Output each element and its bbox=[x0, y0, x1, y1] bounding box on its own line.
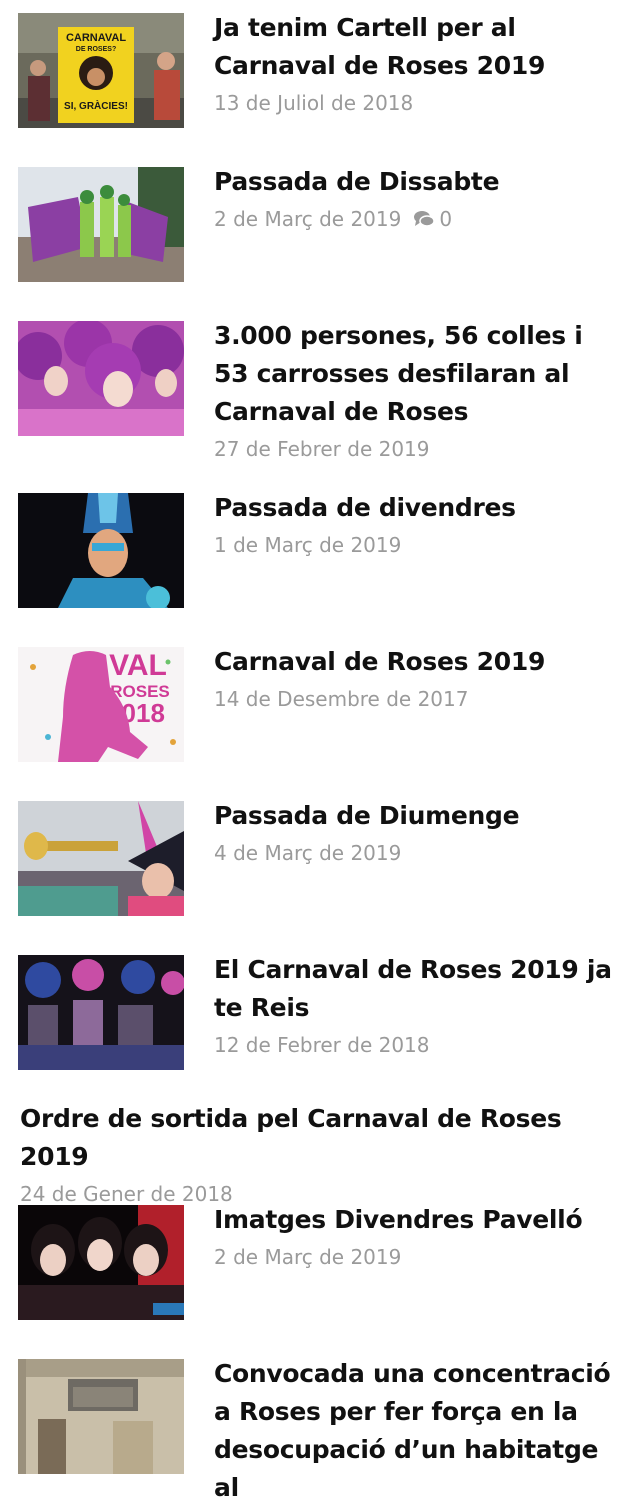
comments-count: 0 bbox=[439, 207, 453, 231]
post-title[interactable]: Imatges Divendres Pavelló bbox=[214, 1201, 624, 1239]
poster-text: CARNAVAL bbox=[66, 32, 126, 44]
post-meta: 2 de Març de 2019 bbox=[214, 1240, 624, 1274]
post-title[interactable]: Carnaval de Roses 2019 bbox=[214, 643, 624, 681]
post-meta: 14 de Desembre de 2017 bbox=[214, 682, 624, 716]
post-date: 1 de Març de 2019 bbox=[214, 533, 402, 557]
post-title[interactable]: Ja tenim Cartell per al Carnaval de Rose… bbox=[214, 9, 624, 85]
poster-2018-image: VAL ROSES 2018 bbox=[18, 647, 184, 762]
post-title[interactable]: Convocada una concentració a Roses per f… bbox=[214, 1355, 624, 1507]
post-meta: 12 de Febrer de 2018 bbox=[214, 1028, 624, 1062]
post-thumbnail[interactable] bbox=[18, 955, 184, 1070]
post-thumbnail[interactable] bbox=[18, 801, 184, 916]
post-date: 2 de Març de 2019 bbox=[214, 1245, 402, 1269]
kings-parade-image bbox=[18, 955, 184, 1070]
post-thumbnail[interactable] bbox=[18, 493, 184, 608]
post-thumbnail[interactable] bbox=[18, 1359, 184, 1474]
post-date: 14 de Desembre de 2017 bbox=[214, 687, 469, 711]
post-date: 24 de Gener de 2018 bbox=[20, 1182, 233, 1206]
post-title[interactable]: Passada de Dissabte bbox=[214, 163, 624, 201]
poster-text: VAL bbox=[109, 649, 167, 682]
post-meta: 1 de Març de 2019 bbox=[214, 528, 624, 562]
list-item: Passada de divendres 1 de Març de 2019 bbox=[18, 493, 624, 613]
list-item: Ordre de sortida pel Carnaval de Roses 2… bbox=[18, 1104, 624, 1206]
poster-text: SI, GRÀCIES! bbox=[64, 99, 128, 112]
list-item: 3.000 persones, 56 colles i 53 carrosses… bbox=[18, 321, 624, 481]
trumpet-image bbox=[18, 801, 184, 916]
post-text: 3.000 persones, 56 colles i 53 carrosses… bbox=[214, 317, 624, 466]
poster-people-image: CARNAVAL DE ROSES? SI, GRÀCIES! bbox=[18, 13, 184, 128]
comments-icon bbox=[414, 211, 436, 227]
post-thumbnail[interactable] bbox=[18, 1205, 184, 1320]
post-thumbnail[interactable] bbox=[18, 321, 184, 436]
post-meta: 2 de Març de 2019 0 bbox=[214, 202, 624, 236]
post-date: 4 de Març de 2019 bbox=[214, 841, 402, 865]
list-item: VAL ROSES 2018 Carnaval de Roses 2019 14… bbox=[18, 647, 624, 767]
post-meta: 13 de Juliol de 2018 bbox=[214, 86, 624, 120]
post-thumbnail[interactable]: VAL ROSES 2018 bbox=[18, 647, 184, 762]
green-costumes-image bbox=[18, 167, 184, 282]
post-date: 27 de Febrer de 2019 bbox=[214, 437, 430, 461]
poster-text: DE ROSES? bbox=[76, 46, 116, 53]
list-item: Convocada una concentració a Roses per f… bbox=[18, 1359, 624, 1502]
post-text: Passada de Diumenge 4 de Març de 2019 bbox=[214, 797, 624, 870]
post-text: Convocada una concentració a Roses per f… bbox=[214, 1355, 624, 1507]
purple-wigs-image bbox=[18, 321, 184, 436]
post-meta: 27 de Febrer de 2019 bbox=[214, 432, 624, 466]
comments-link[interactable]: 0 bbox=[413, 207, 452, 231]
post-date: 2 de Març de 2019 bbox=[214, 207, 402, 231]
post-title[interactable]: Passada de divendres bbox=[214, 489, 624, 527]
post-text: Passada de divendres 1 de Març de 2019 bbox=[214, 489, 624, 562]
post-title[interactable]: 3.000 persones, 56 colles i 53 carrosses… bbox=[214, 317, 624, 431]
post-text: El Carnaval de Roses 2019 ja te Reis 12 … bbox=[214, 951, 624, 1062]
post-thumbnail[interactable] bbox=[18, 167, 184, 282]
blue-headdress-image bbox=[18, 493, 184, 608]
list-item: Imatges Divendres Pavelló 2 de Març de 2… bbox=[18, 1205, 624, 1325]
post-date: 12 de Febrer de 2018 bbox=[214, 1033, 430, 1057]
list-item: Passada de Dissabte 2 de Març de 2019 0 bbox=[18, 167, 624, 287]
post-text: Carnaval de Roses 2019 14 de Desembre de… bbox=[214, 643, 624, 716]
list-item: Passada de Diumenge 4 de Març de 2019 bbox=[18, 801, 624, 921]
post-text: Ordre de sortida pel Carnaval de Roses 2… bbox=[20, 1100, 624, 1211]
post-date: 13 de Juliol de 2018 bbox=[214, 91, 414, 115]
post-list: CARNAVAL DE ROSES? SI, GRÀCIES! Ja tenim… bbox=[0, 0, 636, 1502]
list-item: CARNAVAL DE ROSES? SI, GRÀCIES! Ja tenim… bbox=[18, 13, 624, 133]
list-item: El Carnaval de Roses 2019 ja te Reis 12 … bbox=[18, 955, 624, 1075]
post-meta: 4 de Març de 2019 bbox=[214, 836, 624, 870]
post-text: Passada de Dissabte 2 de Març de 2019 0 bbox=[214, 163, 624, 236]
post-thumbnail[interactable]: CARNAVAL DE ROSES? SI, GRÀCIES! bbox=[18, 13, 184, 128]
building-image bbox=[18, 1359, 184, 1474]
post-text: Imatges Divendres Pavelló 2 de Març de 2… bbox=[214, 1201, 624, 1274]
post-title[interactable]: Passada de Diumenge bbox=[214, 797, 624, 835]
post-title[interactable]: Ordre de sortida pel Carnaval de Roses 2… bbox=[20, 1100, 624, 1176]
three-women-image bbox=[18, 1205, 184, 1320]
post-title[interactable]: El Carnaval de Roses 2019 ja te Reis bbox=[214, 951, 624, 1027]
post-text: Ja tenim Cartell per al Carnaval de Rose… bbox=[214, 9, 624, 120]
